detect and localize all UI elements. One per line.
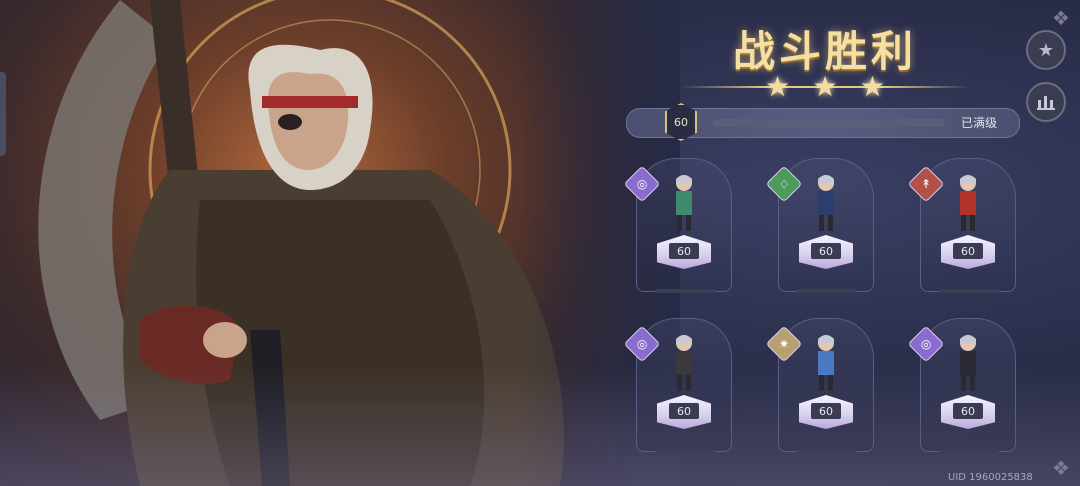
hero-card[interactable]: ♢ 60 [765,158,874,293]
hero-card[interactable]: ◎ 60 [623,158,732,293]
hero-level: 60 [953,403,983,419]
hero-sprite [676,335,692,391]
element-glyph: ◎ [636,336,648,351]
element-glyph: ↟ [920,177,932,191]
element-glyph: ♢ [778,176,790,191]
element-glyph: ◎ [636,176,648,191]
hero-card[interactable]: ✷ 60 [765,318,874,453]
account-level-bar: 60 已满级 [626,103,1020,141]
hero-sprite [676,175,692,231]
battle-stats-button[interactable] [1026,82,1066,122]
exp-fill [713,119,945,127]
victory-stars: ★ ★ ★ [765,72,885,102]
star-icon: ★ [812,70,838,103]
star-icon: ★ [765,70,791,103]
hero-exp-bar [939,449,999,453]
hero-level: 60 [811,243,841,259]
hero-card[interactable]: ↟ 60 [907,158,1016,293]
hero-exp-bar [655,289,715,293]
element-psychic-icon: ◎ [907,325,945,363]
corner-ornament-icon: ❖ [1052,456,1070,480]
element-fire-icon: ↟ [907,165,945,203]
element-glyph: ◎ [920,336,932,351]
star-icon: ★ [1037,39,1055,61]
element-light-icon: ✷ [765,325,803,363]
level-badge: 60 [665,103,697,141]
corner-ornament-icon: ❖ [1052,6,1070,30]
element-glyph: ✷ [778,337,790,351]
exp-track [713,119,945,127]
hero-exp-bar [797,449,857,453]
favorite-button[interactable]: ★ [1026,30,1066,70]
hero-exp-bar [797,289,857,293]
bar-chart-icon [1037,96,1055,110]
left-edge-tab[interactable] [0,72,6,156]
hero-sprite [960,175,976,231]
hero-card[interactable]: ◎ 60 [907,318,1016,453]
star-icon: ★ [859,70,885,103]
hero-level: 60 [953,243,983,259]
hero-card[interactable]: ◎ 60 [623,318,732,453]
ground-fog [0,366,1080,486]
user-id-label: UID 1960025838 [948,472,1033,483]
level-status-label: 已满级 [960,116,997,130]
hero-level: 60 [669,403,699,419]
hero-sprite [818,335,834,391]
hero-level: 60 [811,403,841,419]
hero-exp-bar [939,289,999,293]
element-nature-icon: ♢ [765,165,803,203]
hero-sprite [818,175,834,231]
hero-exp-bar [655,449,715,453]
hero-level: 60 [669,243,699,259]
hero-sprite [960,335,976,391]
